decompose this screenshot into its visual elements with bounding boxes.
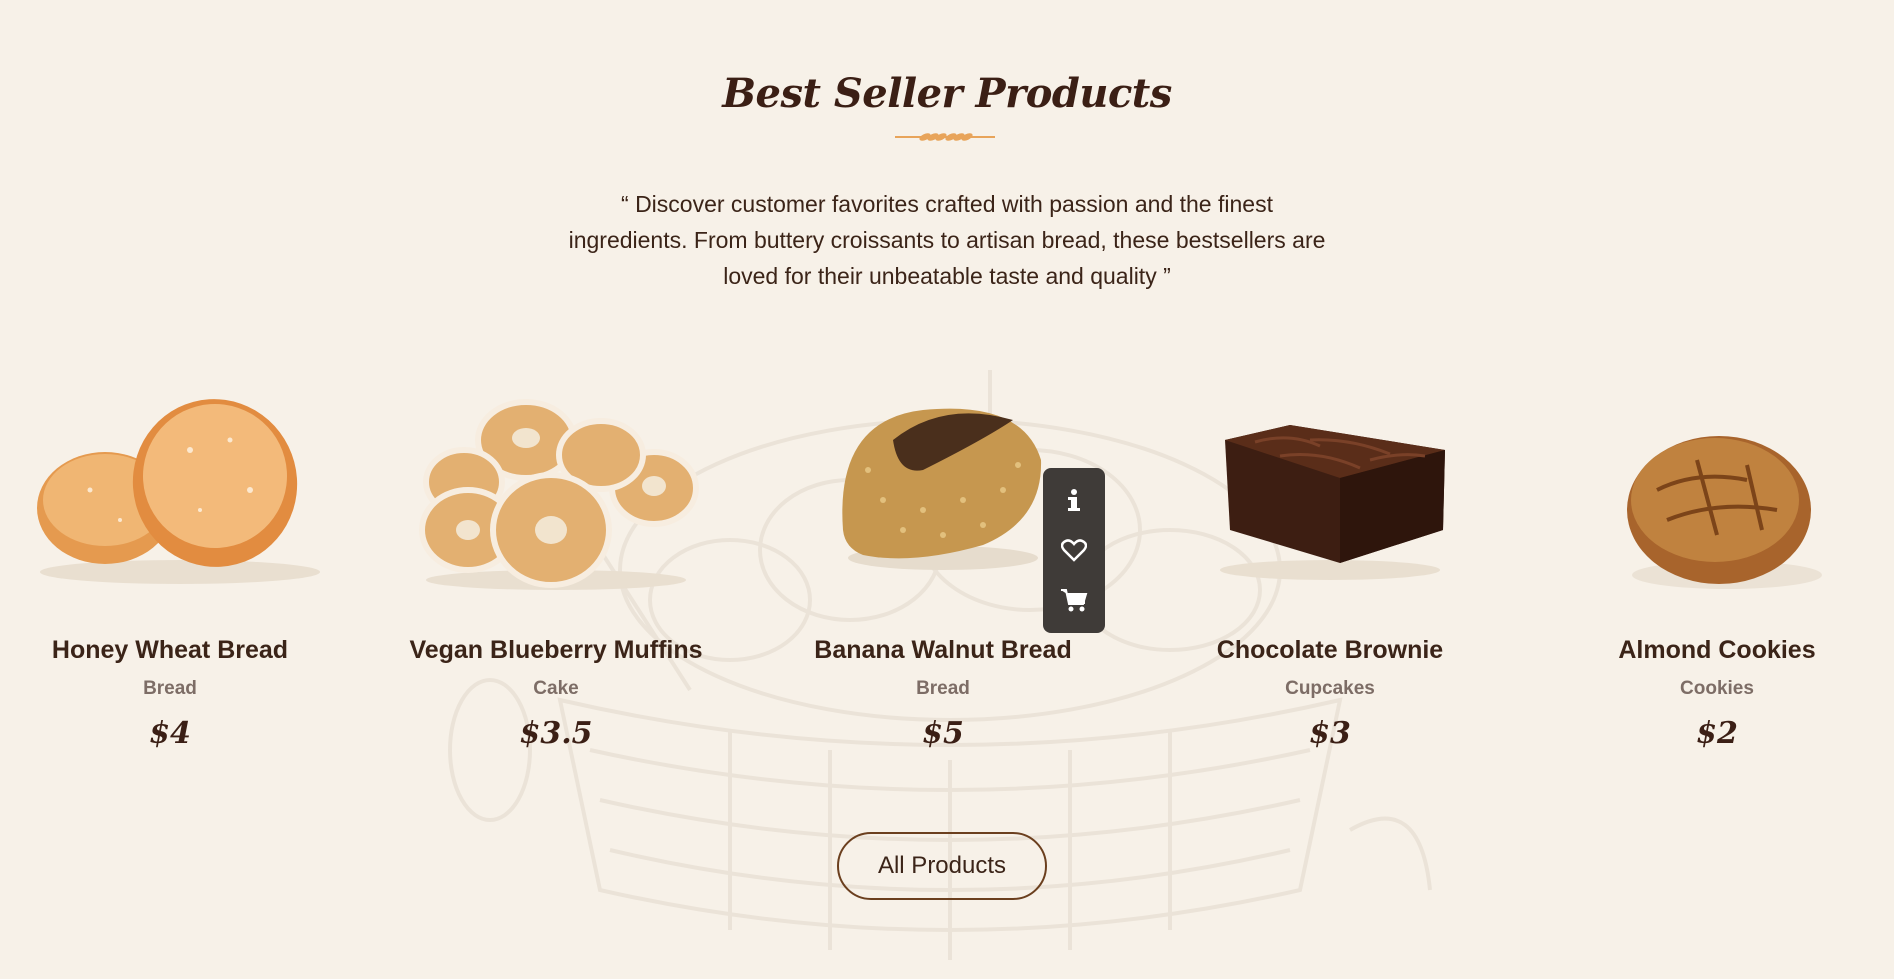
brownie-icon[interactable]	[1160, 380, 1500, 600]
product-category: Bread	[916, 678, 970, 699]
product-name[interactable]: Honey Wheat Bread	[0, 636, 340, 665]
donuts-icon[interactable]	[0, 380, 340, 600]
product-price: $3.5	[519, 716, 593, 751]
wheat-divider-icon	[895, 133, 995, 141]
product-name[interactable]: Banana Walnut Bread	[773, 636, 1113, 665]
product-category: Bread	[143, 678, 197, 699]
product-price: $5	[922, 716, 964, 751]
info-button[interactable]	[1043, 476, 1105, 526]
product-name[interactable]: Chocolate Brownie	[1160, 636, 1500, 665]
round-bread-icon[interactable]	[1547, 380, 1887, 600]
wishlist-button[interactable]	[1043, 526, 1105, 576]
best-seller-section: Best Seller Products “ Discover customer…	[0, 0, 1894, 979]
product-price: $4	[149, 716, 191, 751]
heart-icon	[1061, 539, 1087, 562]
product-action-panel	[1043, 468, 1105, 633]
cart-icon	[1061, 589, 1088, 612]
product-category: Cake	[533, 678, 579, 699]
product-name[interactable]: Vegan Blueberry Muffins	[386, 636, 726, 665]
info-icon	[1068, 489, 1080, 511]
product-category: Cookies	[1680, 678, 1754, 699]
pastry-rings-icon[interactable]	[386, 380, 726, 600]
product-price: $2	[1696, 716, 1738, 751]
section-description: “ Discover customer favorites crafted wi…	[568, 191, 1326, 289]
all-products-button[interactable]: All Products	[837, 832, 1047, 900]
section-title: Best Seller Products	[722, 70, 1172, 117]
product-category: Cupcakes	[1285, 678, 1375, 699]
product-name[interactable]: Almond Cookies	[1547, 636, 1887, 665]
add-to-cart-button[interactable]	[1043, 576, 1105, 626]
product-price: $3	[1309, 716, 1351, 751]
